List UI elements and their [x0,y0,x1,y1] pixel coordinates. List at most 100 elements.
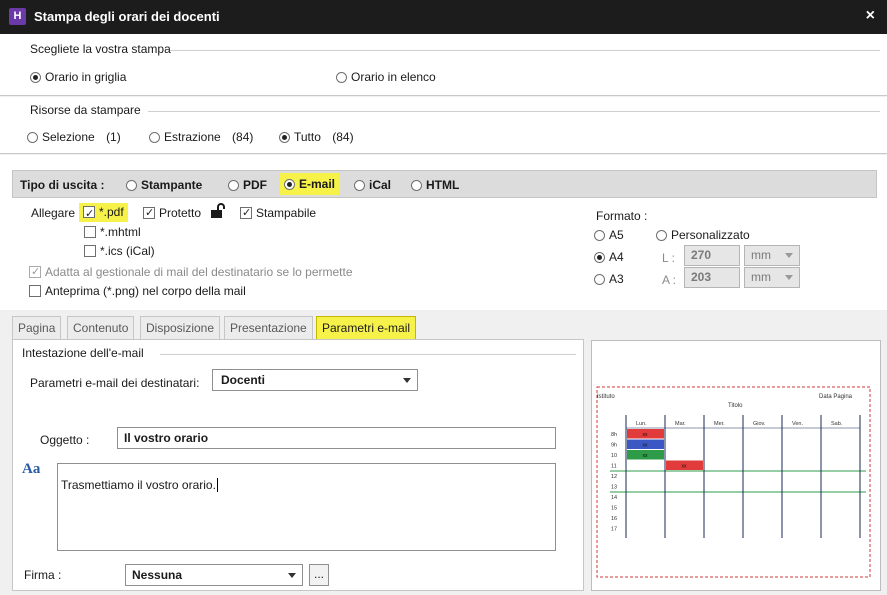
radio-button[interactable] [411,180,422,191]
hour-label: 8h [611,432,617,438]
app-icon: H [9,8,26,25]
day-label: Giov. [753,421,766,427]
firma-label: Firma : [24,568,62,582]
mhtml-checkbox[interactable]: *.mhtml [84,225,141,239]
course-cell-label: xx [682,464,688,470]
chevron-down-icon [785,253,793,258]
hour-label: 17 [611,527,617,533]
radio-orario-elenco[interactable]: Orario in elenco [336,70,436,84]
selezione-count: (1) [106,130,121,144]
chevron-down-icon [785,275,793,280]
attach-label: Allegare [31,206,76,220]
title-bar: H Stampa degli orari dei docenti × [0,0,887,34]
radio-tutto[interactable]: Tutto (84) [279,130,354,144]
chevron-down-icon [288,573,296,578]
radio-button[interactable] [228,180,239,191]
text-cursor [216,478,218,492]
resources-legend: Risorse da stampare [30,103,141,117]
radio-button[interactable] [336,72,347,83]
hour-label: 11 [611,464,617,470]
radio-button[interactable] [594,252,605,263]
width-field: 270 [684,245,740,266]
tab-pagina[interactable]: Pagina [12,316,62,339]
tab-disposizione[interactable]: Disposizione [140,316,221,339]
anteprima-checkbox[interactable]: Anteprima (*.png) nel corpo della mail [29,284,246,298]
radio-button[interactable] [279,132,290,143]
format-label: Formato : [596,209,648,223]
radio-estrazione[interactable]: Estrazione (84) [149,130,253,144]
page-margin [596,386,871,578]
hour-label: 10 [611,453,617,459]
radio-a3[interactable]: A3 [594,272,624,286]
radio-selezione[interactable]: Selezione (1) [27,130,121,144]
tab-parametri-email[interactable]: Parametri e-mail [316,316,417,339]
radio-button[interactable] [594,274,605,285]
divider [148,111,880,112]
adatta-checkbox: Adatta al gestionale di mail del destina… [29,265,353,279]
tab-contenuto[interactable]: Contenuto [67,316,135,339]
estrazione-count: (84) [232,130,254,144]
height-unit-select: mm [744,267,800,288]
firma-more-button[interactable]: ... [309,564,329,586]
day-label: Sab. [831,421,843,427]
checkbox[interactable] [84,245,96,257]
radio-a5[interactable]: A5 [594,228,624,242]
email-legend: Intestazione dell'e-mail [22,346,144,360]
checkbox [29,265,41,278]
radio-button[interactable] [656,230,667,241]
checkbox[interactable] [29,285,41,297]
chevron-down-icon [403,378,411,383]
firma-select[interactable]: Nessuna [125,564,303,586]
day-label: Lun. [636,421,647,427]
page-preview: Istituto Data Pagina Titolo xx xx xx xx Lun.… [596,386,871,578]
output-stampante[interactable]: Stampante [126,178,202,192]
radio-a4[interactable]: A4 [594,250,624,264]
ics-checkbox[interactable]: *.ics (iCal) [84,244,155,258]
close-icon[interactable]: × [866,7,875,25]
radio-button[interactable] [354,180,365,191]
hour-label: 13 [611,485,617,491]
protetto-checkbox[interactable]: Protetto [143,206,201,220]
output-pdf[interactable]: PDF [228,178,267,192]
stampabile-checkbox[interactable]: Stampabile [240,206,316,220]
tab-presentazione[interactable]: Presentazione [224,316,313,339]
height-label: A : [662,273,677,287]
subject-label: Oggetto : [40,433,90,447]
email-body-textarea[interactable]: Trasmettiamo il vostro orario. [57,463,556,551]
hour-label: 9h [611,443,617,449]
output-type-label: Tipo di uscita : [20,178,105,192]
height-field: 203 [684,267,740,288]
radio-button[interactable] [149,132,160,143]
params-select[interactable]: Docenti [212,369,418,391]
radio-personalizzato[interactable]: Personalizzato [656,228,750,242]
checkbox[interactable] [240,206,252,219]
preview-data-pagina: Data Pagina [819,394,853,400]
output-email[interactable]: E-mail [280,173,340,195]
preview-istituto: Istituto [597,394,615,400]
day-label: Mar. [675,421,686,427]
font-icon[interactable]: Aa [22,461,40,478]
radio-button[interactable] [27,132,38,143]
checkbox[interactable] [143,206,155,219]
radio-button[interactable] [126,180,137,191]
divider [170,50,880,51]
params-label: Parametri e-mail dei destinatari: [30,376,200,390]
hour-label: 12 [611,474,617,480]
width-label: L : [662,251,675,265]
subject-input[interactable]: Il vostro orario [117,427,556,449]
radio-orario-griglia[interactable]: Orario in griglia [30,70,126,84]
checkbox[interactable] [83,205,95,224]
radio-button[interactable] [30,72,41,83]
divider [160,354,576,355]
attach-pdf-checkbox[interactable]: *.pdf [79,203,128,224]
output-ical[interactable]: iCal [354,178,391,192]
radio-button[interactable] [594,230,605,241]
preview-titolo: Titolo [728,403,743,409]
course-cell-label: xx [643,432,649,438]
lock-icon [210,203,228,219]
output-html[interactable]: HTML [411,178,459,192]
print-choice-legend: Scegliete la vostra stampa [30,42,171,56]
day-label: Ven. [792,421,803,427]
radio-button[interactable] [284,179,295,190]
checkbox[interactable] [84,226,96,238]
